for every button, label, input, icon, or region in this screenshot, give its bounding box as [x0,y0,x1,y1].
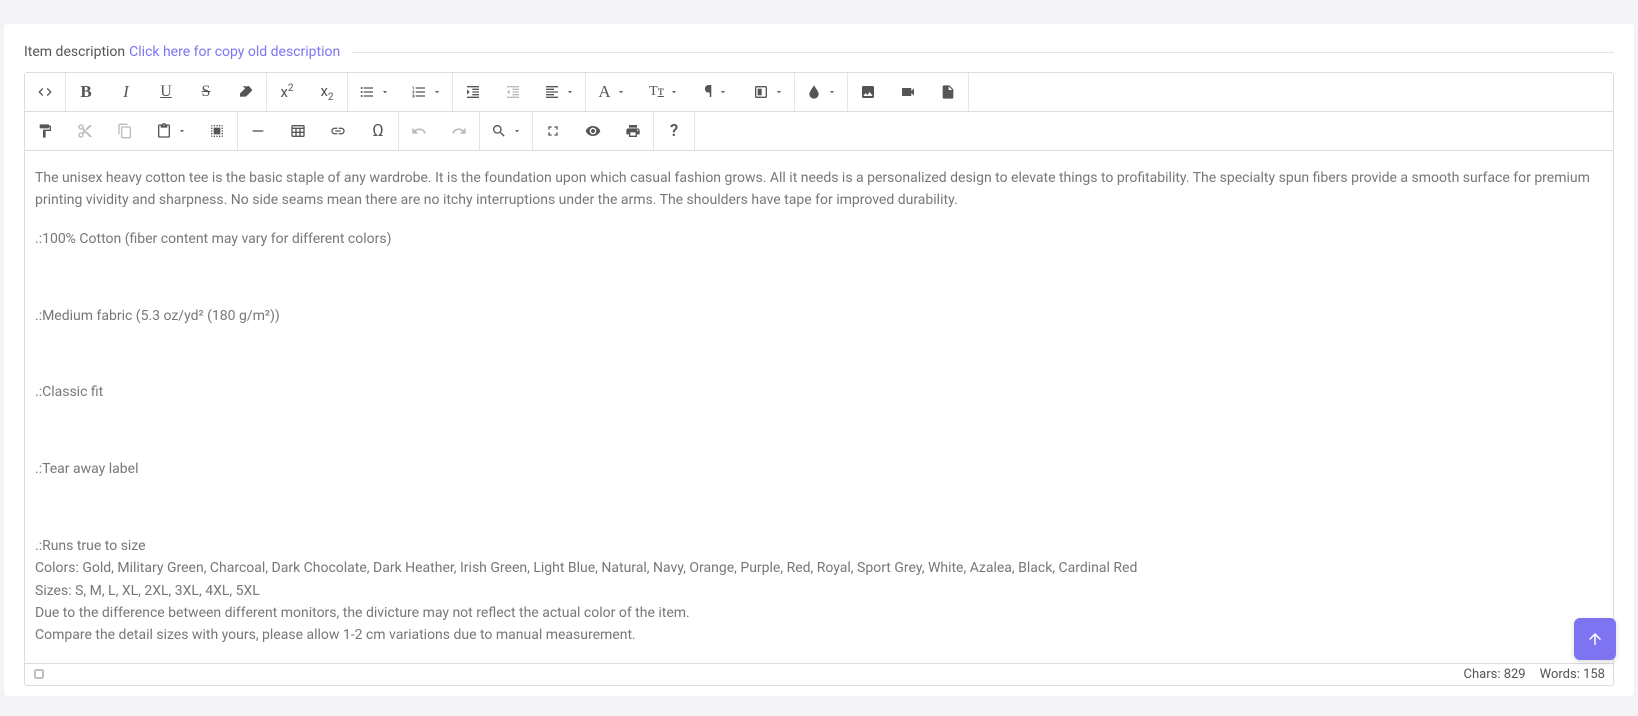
content-bullet-3: .:Classic fit [35,381,1603,403]
strikethrough-button[interactable]: S [186,73,226,111]
bold-button[interactable]: B [66,73,106,111]
font-family-button[interactable]: A [586,73,638,111]
content-bullet-1: .:100% Cotton (fiber content may vary fo… [35,228,1603,250]
char-count: Chars: 829 [1464,667,1526,682]
paste-button[interactable] [145,112,197,150]
font-size-button[interactable]: Tᴛ [638,73,690,111]
color-button[interactable] [795,73,847,111]
copy-old-description-link[interactable]: Click here for copy old description [129,44,340,60]
copy-format-button[interactable] [25,112,65,150]
redo-button [439,112,479,150]
cut-button [65,112,105,150]
scroll-to-top-button[interactable] [1574,618,1616,660]
help-button[interactable]: ? [654,112,694,150]
subscript-button[interactable]: x2 [307,73,347,111]
indent-button[interactable] [453,73,493,111]
undo-button [399,112,439,150]
image-button[interactable] [848,73,888,111]
link-button[interactable] [318,112,358,150]
horizontal-rule-button[interactable] [238,112,278,150]
section-legend: Item description Click here for copy old… [24,44,1614,60]
content-bullet-4: .:Tear away label [35,458,1603,480]
editor-card: Item description Click here for copy old… [4,24,1634,696]
superscript-button[interactable]: x2 [267,73,307,111]
select-all-button[interactable] [197,112,237,150]
eraser-button[interactable] [226,73,266,111]
content-bullet-5: .:Runs true to size [35,535,1603,557]
legend-divider [352,52,1614,53]
content-colors: Colors: Gold, Military Green, Charcoal, … [35,557,1603,579]
print-button[interactable] [613,112,653,150]
table-button[interactable] [278,112,318,150]
content-sizes: Sizes: S, M, L, XL, 2XL, 3XL, 4XL, 5XL [35,580,1603,602]
italic-button[interactable]: I [106,73,146,111]
copy-button [105,112,145,150]
rich-text-editor: B I U S x2 x2 [24,72,1614,686]
editor-toolbar-row-1: B I U S x2 x2 [25,73,1613,112]
content-intro: The unisex heavy cotton tee is the basic… [35,167,1603,212]
unordered-list-button[interactable] [348,73,400,111]
video-button[interactable] [888,73,928,111]
word-count: Words: 158 [1540,667,1605,682]
resize-handle-icon[interactable] [33,668,45,680]
file-button[interactable] [928,73,968,111]
editor-content-area[interactable]: The unisex heavy cotton tee is the basic… [25,151,1613,663]
source-code-button[interactable] [25,73,65,111]
line-height-button[interactable] [742,73,794,111]
editor-toolbar-row-2: Ω ? [25,112,1613,151]
symbol-button[interactable]: Ω [358,112,398,150]
ordered-list-button[interactable] [400,73,452,111]
find-button[interactable] [480,112,532,150]
underline-button[interactable]: U [146,73,186,111]
fullscreen-button[interactable] [533,112,573,150]
paragraph-format-button[interactable]: ¶ [690,73,742,111]
align-button[interactable] [533,73,585,111]
section-label: Item description [24,44,125,60]
content-note-1: Due to the difference between different … [35,602,1603,624]
content-note-2: Compare the detail sizes with yours, ple… [35,624,1603,646]
preview-button[interactable] [573,112,613,150]
outdent-button [493,73,533,111]
content-bullet-2: .:Medium fabric (5.3 oz/yd² (180 g/m²)) [35,305,1603,327]
